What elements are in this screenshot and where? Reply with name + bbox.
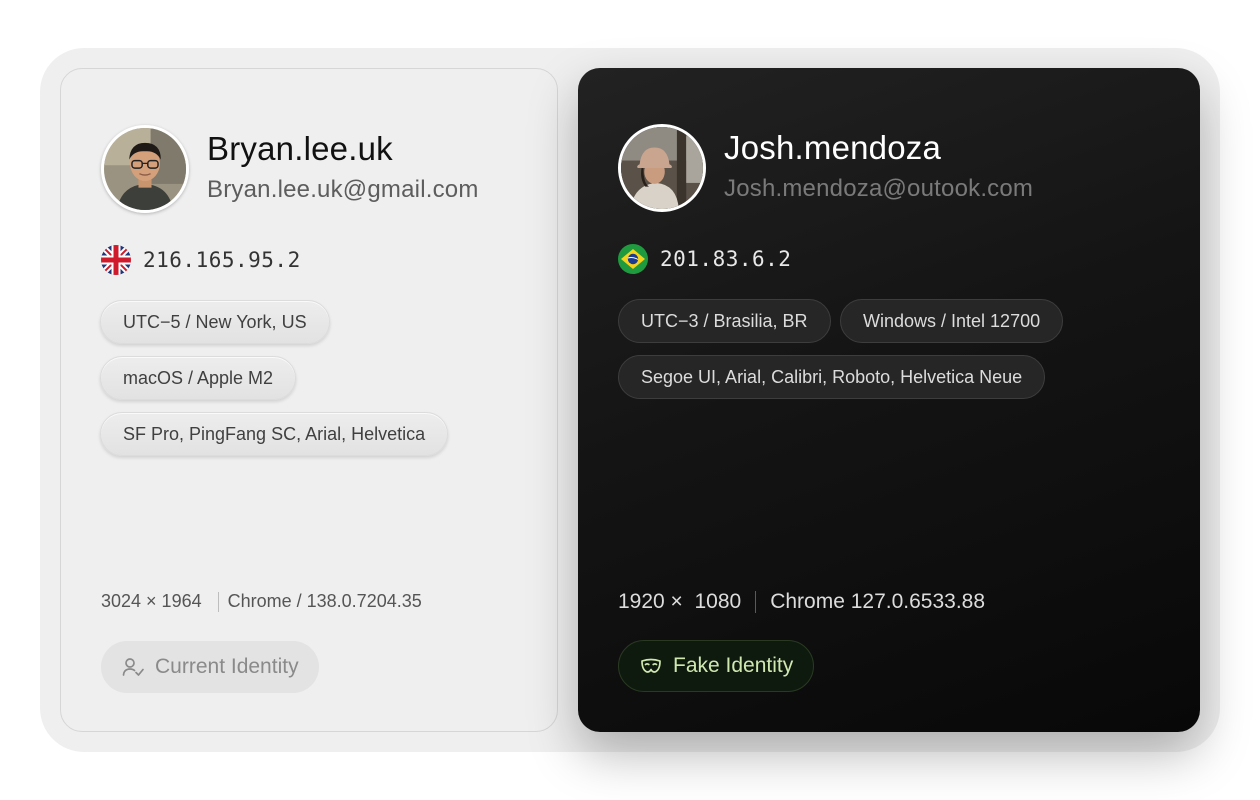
ip-address: 201.83.6.2	[660, 247, 792, 271]
screen-resolution: 1920 × 1080	[618, 590, 742, 613]
screen-resolution: 3024 × 1964	[101, 591, 202, 611]
timezone-chip: UTC−3 / Brasilia, BR	[618, 299, 831, 343]
ip-row: 216.165.95.2	[101, 245, 301, 275]
user-check-icon	[121, 655, 145, 679]
avatar	[101, 125, 189, 213]
username: Josh.mendoza	[724, 129, 942, 166]
ip-row: 201.83.6.2	[618, 244, 791, 274]
current-identity-button[interactable]: Current Identity	[101, 641, 319, 693]
uk-flag-icon	[101, 245, 131, 275]
device-info: 3024 × 1964 Chrome / 138.0.7204.35	[101, 591, 422, 612]
fonts-chip: Segoe UI, Arial, Calibri, Roboto, Helvet…	[618, 355, 1046, 399]
brazil-flag-icon	[618, 244, 648, 274]
browser-version: Chrome 127.0.6533.88	[770, 590, 986, 613]
ip-address: 216.165.95.2	[143, 248, 301, 272]
divider	[755, 591, 757, 613]
username: Bryan.lee.uk	[207, 130, 393, 167]
current-identity-label: Current Identity	[155, 655, 299, 678]
email: Bryan.lee.uk@gmail.com	[207, 176, 479, 203]
divider	[217, 591, 219, 612]
mask-icon	[639, 654, 663, 678]
os-chip: Windows / Intel 12700	[840, 299, 1064, 343]
device-info: 1920 × 1080 Chrome 127.0.6533.88	[618, 590, 985, 614]
fake-identity-label: Fake Identity	[673, 654, 794, 677]
profile-header: Bryan.lee.uk Bryan.lee.uk@gmail.com	[101, 125, 479, 213]
fonts-chip: SF Pro, PingFang SC, Arial, Helvetica	[100, 412, 449, 456]
avatar	[618, 124, 706, 212]
email: Josh.mendoza@outook.com	[724, 175, 1034, 202]
fake-identity-button[interactable]: Fake Identity	[618, 640, 815, 692]
current-identity-card: Bryan.lee.uk Bryan.lee.uk@gmail.com 216.…	[60, 68, 558, 732]
profile-header: Josh.mendoza Josh.mendoza@outook.com	[618, 124, 1033, 212]
browser-version: Chrome / 138.0.7204.35	[227, 591, 422, 611]
timezone-chip: UTC−5 / New York, US	[100, 300, 330, 344]
os-chip: macOS / Apple M2	[100, 356, 297, 400]
fake-identity-card: Josh.mendoza Josh.mendoza@outook.com 201…	[578, 68, 1200, 732]
